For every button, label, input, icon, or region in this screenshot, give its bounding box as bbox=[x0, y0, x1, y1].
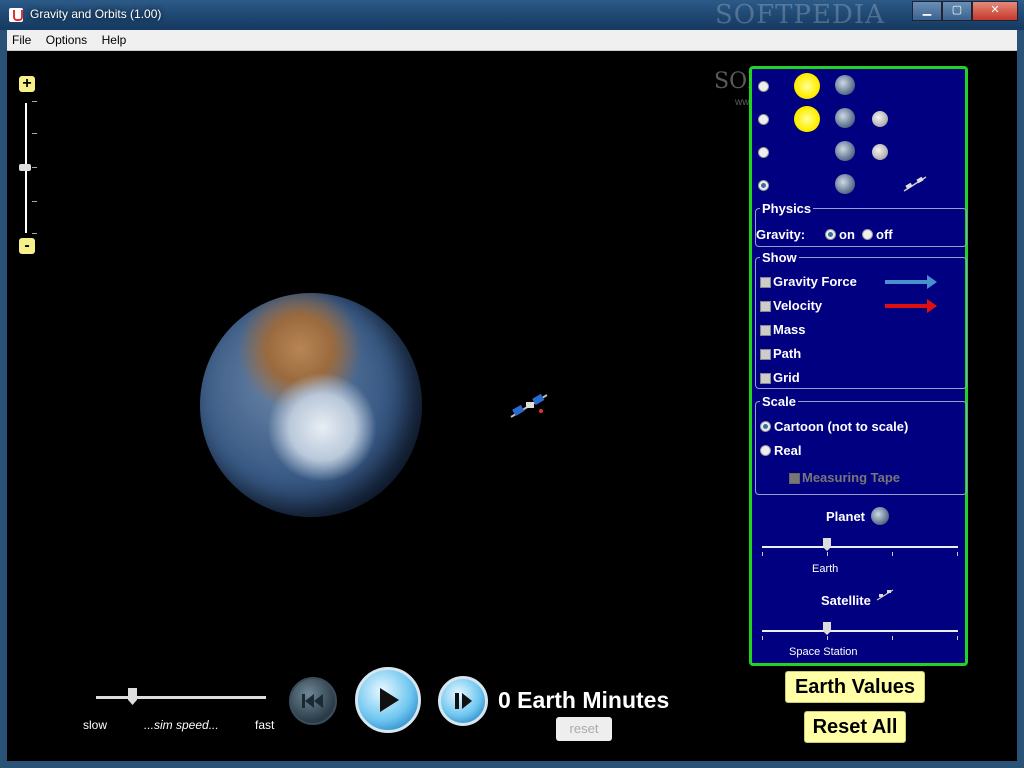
scale-group: Scale Cartoon (not to scale) Real Measur… bbox=[755, 394, 967, 495]
show-title: Show bbox=[760, 250, 799, 265]
mode-sun-earth-radio[interactable] bbox=[758, 81, 769, 92]
planet-mass-knob[interactable] bbox=[823, 538, 831, 551]
zoom-tick bbox=[32, 101, 37, 102]
sim-speed-label: ...sim speed... bbox=[144, 718, 219, 732]
sun-icon bbox=[794, 106, 820, 132]
show-group: Show Gravity Force Velocity Mass Path Gr… bbox=[755, 250, 967, 389]
gravity-force-arrow bbox=[885, 275, 937, 289]
gravity-force-checkbox[interactable] bbox=[760, 277, 771, 288]
earth-icon bbox=[835, 75, 855, 95]
space-station-icon[interactable] bbox=[507, 391, 551, 419]
gravity-off-radio[interactable] bbox=[862, 229, 873, 240]
step-button[interactable] bbox=[438, 676, 488, 726]
scale-real-radio[interactable] bbox=[760, 445, 771, 456]
mass-label: Mass bbox=[773, 322, 806, 337]
rewind-button[interactable] bbox=[289, 677, 337, 725]
earth-values-button[interactable]: Earth Values bbox=[785, 671, 925, 703]
grid-checkbox[interactable] bbox=[760, 373, 771, 384]
measuring-tape-checkbox[interactable] bbox=[789, 473, 800, 484]
sun-icon bbox=[794, 73, 820, 99]
minimize-button[interactable]: ▁ bbox=[912, 1, 942, 21]
slider-tick bbox=[827, 552, 828, 556]
zoom-slider-knob[interactable] bbox=[19, 164, 31, 171]
zoom-tick bbox=[32, 201, 37, 202]
speed-slow-label: slow bbox=[83, 718, 108, 732]
earth-icon bbox=[835, 108, 855, 128]
mode-earth-satellite-radio[interactable] bbox=[758, 180, 769, 191]
slider-tick bbox=[957, 552, 958, 556]
gravity-off-label: off bbox=[876, 227, 893, 242]
menu-bar: File Options Help bbox=[7, 30, 1017, 51]
gravity-label: Gravity: bbox=[756, 227, 806, 242]
title-bar: Gravity and Orbits (1.00) SOFTPEDIA ▁ ▢ … bbox=[0, 0, 1024, 30]
maximize-button[interactable]: ▢ bbox=[942, 1, 972, 21]
slider-tick bbox=[762, 552, 763, 556]
satellite-mass-track[interactable] bbox=[762, 630, 958, 632]
window-bottom-border bbox=[0, 761, 1024, 768]
satellite-mass-knob[interactable] bbox=[823, 622, 831, 635]
scale-cartoon-label: Cartoon (not to scale) bbox=[774, 419, 909, 434]
earth-icon bbox=[835, 141, 855, 161]
control-panel: Physics Gravity: on off Show Gravity For… bbox=[749, 66, 968, 666]
scale-real-label: Real bbox=[774, 443, 802, 458]
gravity-on-radio[interactable] bbox=[825, 229, 836, 240]
zoom-tick bbox=[32, 167, 37, 168]
moon-icon bbox=[872, 144, 888, 160]
gravity-force-label: Gravity Force bbox=[773, 274, 857, 289]
simulation-canvas[interactable]: + - SOFTPEDIA www.softpedia.com slow ...… bbox=[7, 51, 1017, 761]
slider-tick bbox=[827, 636, 828, 640]
planet-mass-track[interactable] bbox=[762, 546, 958, 548]
close-button[interactable]: ✕ bbox=[972, 1, 1018, 21]
slider-tick bbox=[892, 552, 893, 556]
grid-label: Grid bbox=[773, 370, 800, 385]
mode-sun-earth-moon-radio[interactable] bbox=[758, 114, 769, 125]
earth-icon bbox=[871, 507, 889, 525]
sim-speed-track[interactable] bbox=[96, 696, 266, 699]
menu-file[interactable]: File bbox=[7, 30, 36, 47]
slider-tick bbox=[892, 636, 893, 640]
velocity-label: Velocity bbox=[773, 298, 823, 313]
gravity-on-label: on bbox=[839, 227, 855, 242]
step-icon bbox=[455, 693, 472, 709]
zoom-tick bbox=[32, 133, 37, 134]
scale-title: Scale bbox=[760, 394, 798, 409]
mode-earth-moon-radio[interactable] bbox=[758, 147, 769, 158]
play-button[interactable] bbox=[355, 667, 421, 733]
scale-cartoon-radio[interactable] bbox=[760, 421, 771, 432]
satellite-label: Satellite bbox=[821, 593, 871, 608]
space-station-icon bbox=[876, 589, 894, 601]
physics-title: Physics bbox=[760, 201, 814, 216]
slider-tick bbox=[957, 636, 958, 640]
planet-value-label: Earth bbox=[812, 563, 839, 575]
satellite-value-label: Space Station bbox=[789, 646, 858, 658]
space-station-icon bbox=[903, 176, 927, 192]
slider-tick bbox=[762, 636, 763, 640]
reset-all-button[interactable]: Reset All bbox=[804, 711, 906, 743]
reset-time-button[interactable]: reset bbox=[556, 717, 612, 741]
menu-options[interactable]: Options bbox=[41, 30, 92, 47]
zoom-tick bbox=[32, 233, 37, 234]
sim-speed-knob[interactable] bbox=[128, 688, 137, 705]
menu-help[interactable]: Help bbox=[97, 30, 132, 47]
mass-checkbox[interactable] bbox=[760, 325, 771, 336]
earth-icon bbox=[835, 174, 855, 194]
velocity-arrow bbox=[885, 299, 937, 313]
elapsed-time: 0 Earth Minutes bbox=[498, 687, 670, 713]
speed-fast-label: fast bbox=[255, 718, 275, 732]
play-icon bbox=[380, 688, 399, 712]
path-checkbox[interactable] bbox=[760, 349, 771, 360]
rewind-icon bbox=[302, 694, 323, 708]
window-title: Gravity and Orbits (1.00) bbox=[30, 7, 162, 21]
zoom-in-button[interactable]: + bbox=[19, 76, 35, 92]
earth-planet[interactable] bbox=[200, 293, 422, 517]
physics-group: Physics Gravity: on off bbox=[755, 201, 967, 247]
planet-label: Planet bbox=[826, 509, 866, 524]
softpedia-watermark: SOFTPEDIA bbox=[715, 0, 885, 30]
zoom-out-button[interactable]: - bbox=[19, 238, 35, 254]
measuring-tape-label: Measuring Tape bbox=[802, 470, 901, 485]
java-icon bbox=[9, 8, 23, 22]
moon-icon bbox=[872, 111, 888, 127]
path-label: Path bbox=[773, 346, 802, 361]
velocity-checkbox[interactable] bbox=[760, 301, 771, 312]
